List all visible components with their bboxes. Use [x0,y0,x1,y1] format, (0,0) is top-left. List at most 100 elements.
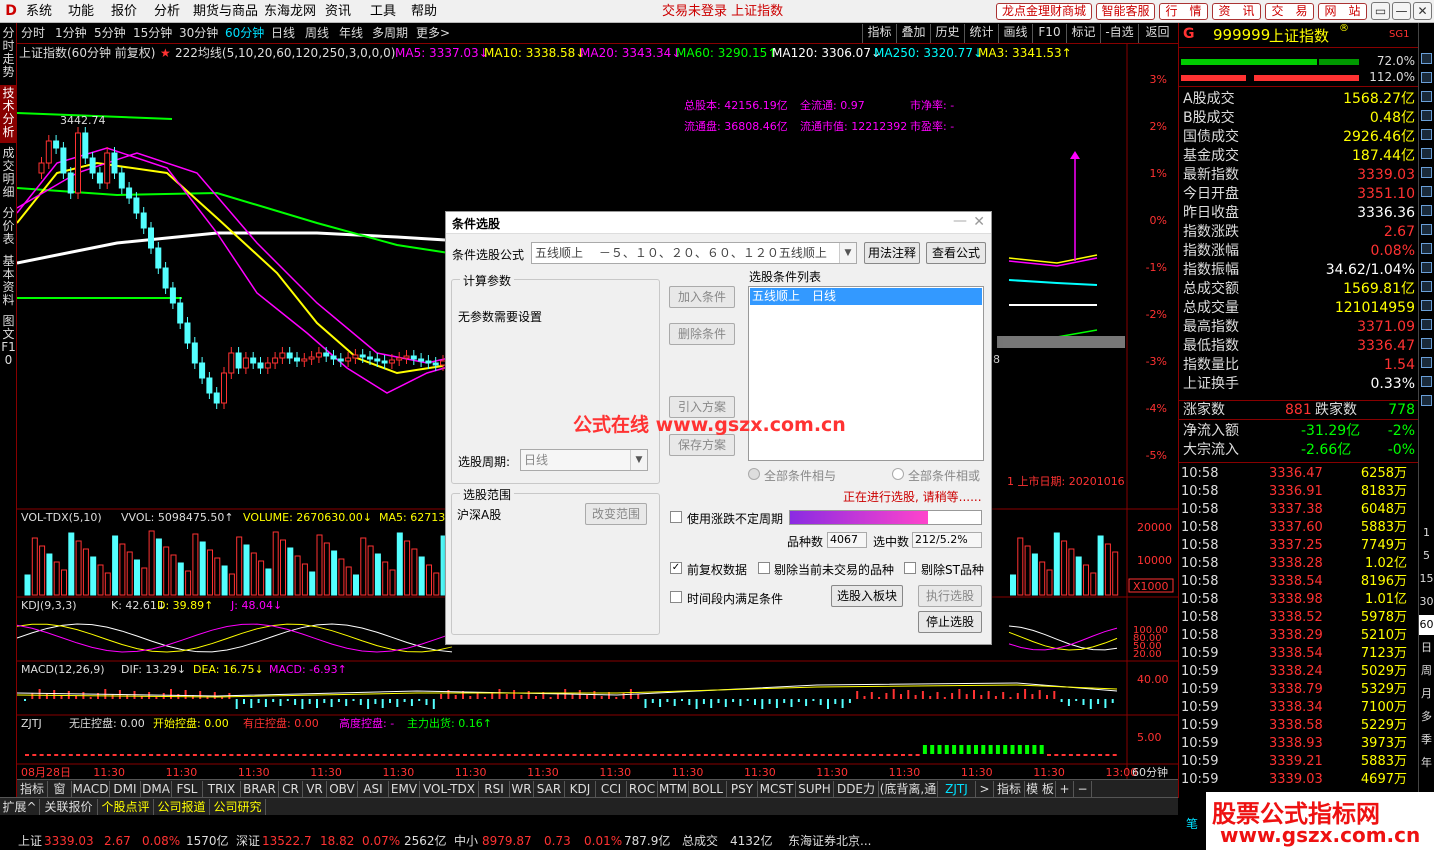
tab-f10[interactable]: 图文F10 [0,313,17,373]
tab-fundamentals[interactable]: 基本资料 [0,253,17,311]
use-limit-checkbox[interactable] [670,511,682,523]
grid-icon[interactable] [1421,186,1432,197]
indicator-tab[interactable]: + [1056,781,1074,797]
st-checkbox[interactable] [904,562,916,574]
side-period-tab[interactable]: 周 [1419,661,1434,681]
indicator-tab[interactable]: PSY [727,781,758,797]
trade-button[interactable]: 交 易 [1265,3,1314,20]
chart-icon[interactable] [1421,357,1432,368]
chevron-down-icon[interactable]: ▼ [839,243,856,263]
indicator-tab[interactable]: ROC [627,781,658,797]
indicator-tab[interactable]: EMV [389,781,420,797]
list-icon[interactable] [1421,395,1432,406]
indicator-tab[interactable]: DMI [110,781,141,797]
side-period-tab[interactable]: 1 [1419,523,1434,543]
side-period-tab[interactable]: 月 [1419,684,1434,704]
tab-expand[interactable]: 扩展^ [0,799,40,815]
indicator-tab[interactable]: DMA [141,781,172,797]
radio-and[interactable] [748,468,760,480]
to-block-button[interactable]: 选股入板块 [831,585,903,607]
side-period-tab[interactable]: 5 [1419,546,1434,566]
service-button[interactable]: 智能客服 [1096,3,1155,20]
menu-donghai[interactable]: 东海龙网 [264,3,316,20]
list-icon[interactable] [1421,300,1432,311]
indicator-tab[interactable]: ASI [358,781,389,797]
save-plan-button[interactable]: 保存方案 [669,434,735,456]
formula-select[interactable]: 五线顺上 －５、１０、２０、６０、１２０五线顺上 ▼ [531,242,857,264]
change-range-button[interactable]: 改变范围 [585,503,647,525]
menu-news[interactable]: 资讯 [325,3,351,20]
indicator-tab[interactable]: VR [303,781,327,797]
indicator-tab[interactable]: VOL-TDX [420,781,479,797]
exec-button[interactable]: 执行选股 [918,585,982,607]
menu-tools[interactable]: 工具 [370,3,396,20]
indicator-tab[interactable]: CCI [596,781,627,797]
indicator-tab[interactable]: SAR [534,781,565,797]
tab-price-table[interactable]: 分价表 [0,205,17,251]
side-period-tab[interactable]: 30 [1419,592,1434,612]
menu-quote[interactable]: 报价 [111,3,137,20]
indicator-tab[interactable]: SUPH [796,781,834,797]
grid-icon[interactable] [1421,281,1432,292]
stop-button[interactable]: 停止选股 [918,611,982,633]
indicator-tab[interactable]: MACD [72,781,110,797]
indicator-tab[interactable]: − [1074,781,1092,797]
gear-icon[interactable] [1421,53,1432,64]
side-period-tab[interactable]: 多 [1419,707,1434,727]
tab-trades[interactable]: 成交明细 [0,145,17,203]
list-icon[interactable] [1421,72,1432,83]
menu-analysis[interactable]: 分析 [154,3,180,20]
news-button[interactable]: 资 讯 [1212,3,1261,20]
chart-icon[interactable] [1421,167,1432,178]
restore-icon[interactable]: ▭ [1371,2,1390,20]
tab-company-news[interactable]: 公司报道 [154,799,210,815]
close-icon[interactable]: ✕ [1413,2,1432,20]
tab-stock-review[interactable]: 个股点评 [98,799,154,815]
menu-system[interactable]: 系统 [26,3,52,20]
side-period-tab[interactable]: 季 [1419,730,1434,750]
dialog-titlebar[interactable]: 条件选股 — ✕ [446,212,991,234]
dialog-minimize-icon[interactable]: — [953,213,967,229]
grid-icon[interactable] [1421,376,1432,387]
indicator-tab[interactable]: 指标B [994,781,1025,812]
website-button[interactable]: 网 站 [1318,3,1367,20]
indicator-tab[interactable]: RSI [479,781,510,797]
chart-icon[interactable] [1421,243,1432,254]
side-period-tab[interactable]: 年 [1419,753,1434,773]
list-icon[interactable] [1421,129,1432,140]
chevron-down-icon[interactable]: ▼ [630,450,647,470]
indicator-tab[interactable]: 指标A [17,781,48,812]
indicator-tab[interactable]: MCST [758,781,796,797]
tab-timeshare[interactable]: 分时走势 [0,25,17,83]
radio-or[interactable] [892,468,904,480]
fq-checkbox[interactable]: ✓ [670,562,682,574]
indicator-tab[interactable]: WR [510,781,534,797]
indicator-tab[interactable]: OBV [327,781,358,797]
period-select[interactable]: 日线 ▼ [520,449,648,471]
menu-futures[interactable]: 期货与商品 [193,3,258,20]
indicator-tab[interactable]: 模 板 [1025,781,1056,797]
chart-icon[interactable] [1421,338,1432,349]
delete-condition-button[interactable]: 删除条件 [669,323,735,345]
indicator-tab[interactable]: BOLL [689,781,727,797]
add-condition-button[interactable]: 加入条件 [669,286,735,308]
indicator-tab[interactable]: (底背离,通达 [879,781,938,812]
list-icon[interactable] [1421,110,1432,121]
minimize-icon[interactable]: — [1392,2,1411,20]
list-icon[interactable] [1421,319,1432,330]
indicator-tab[interactable]: ZJTJ [938,781,976,797]
tab-technical[interactable]: 技术分析 [0,85,17,143]
indicator-tab[interactable]: FSL [172,781,203,797]
indicator-tab[interactable]: 窗口 [48,781,72,812]
chart-icon[interactable] [1421,148,1432,159]
condition-list-item[interactable]: 五线顺上 日线 [750,288,982,305]
side-period-tab[interactable]: 日 [1419,638,1434,658]
time-checkbox[interactable] [670,591,682,603]
tab-related-quotes[interactable]: 关联报价 [40,799,98,815]
grid-icon[interactable] [1421,91,1432,102]
quote-button[interactable]: 行 情 [1159,3,1208,20]
exclude-checkbox[interactable] [758,562,770,574]
indicator-tab[interactable]: > [976,781,994,797]
side-period-tab[interactable]: 15 [1419,569,1434,589]
indicator-tab[interactable]: BRAR [241,781,279,797]
